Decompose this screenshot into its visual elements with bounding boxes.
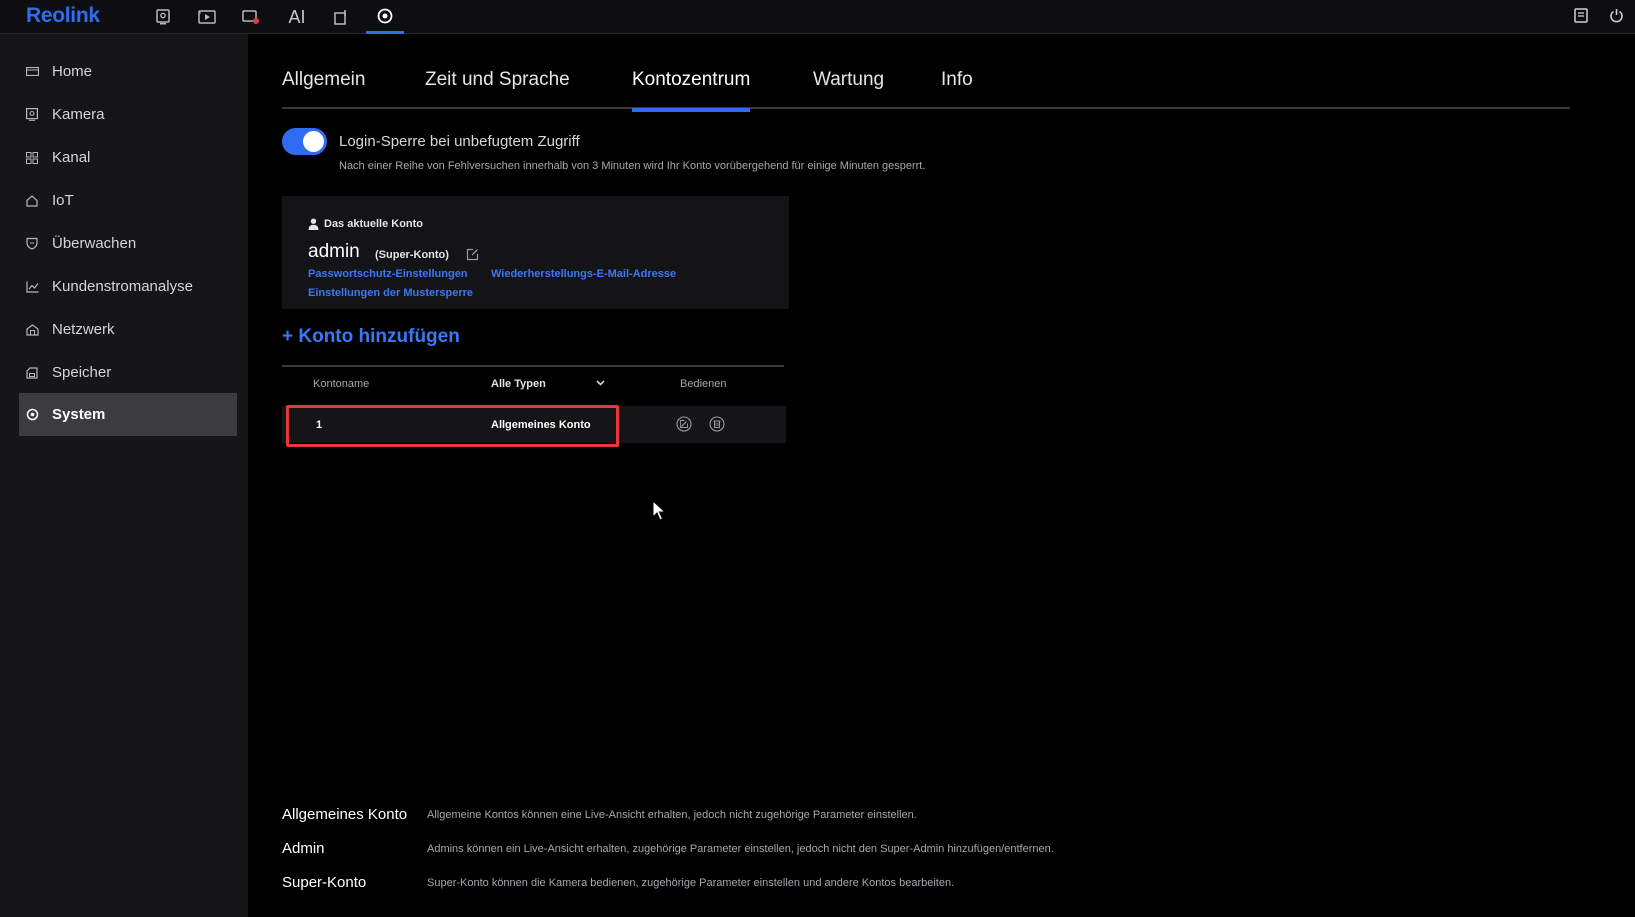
storage-icon xyxy=(25,366,39,380)
legend-term-allgemeines-konto: Allgemeines Konto xyxy=(282,806,408,823)
live-view-icon[interactable] xyxy=(144,0,182,34)
edit-account-icon[interactable] xyxy=(676,416,692,432)
legend-term-admin: Admin xyxy=(282,840,325,857)
camera-icon xyxy=(25,108,39,122)
type-filter-dropdown[interactable]: Alle Typen xyxy=(491,378,605,394)
tab-info[interactable]: Info xyxy=(941,69,973,109)
legend-description-admin: Admins können ein Live-Ansicht erhalten,… xyxy=(427,843,1054,855)
sidebar-item-label: Kanal xyxy=(52,149,91,166)
sidebar-item-iot[interactable]: IoT xyxy=(19,179,237,222)
chart-icon xyxy=(25,280,39,294)
sidebar-item-netzwerk[interactable]: Netzwerk xyxy=(19,308,237,351)
ai-label: AI xyxy=(288,6,306,27)
legend-description-allgemeines-konto: Allgemeine Kontos können eine Live-Ansic… xyxy=(427,809,917,821)
add-account-button[interactable]: + Konto hinzufügen xyxy=(282,326,460,348)
home-icon xyxy=(25,65,39,79)
login-lock-title: Login-Sperre bei unbefugtem Zugriff xyxy=(339,133,580,150)
edit-icon[interactable] xyxy=(466,248,479,261)
current-account-name: admin xyxy=(308,241,360,262)
login-lock-description: Nach einer Reihe von Fehlversuchen inner… xyxy=(339,160,926,172)
playback-icon[interactable] xyxy=(188,0,226,34)
shield-icon xyxy=(25,237,39,251)
sidebar-item-label: Kamera xyxy=(52,106,105,123)
ai-icon[interactable]: AI xyxy=(278,0,316,34)
legend-term-super-konto: Super-Konto xyxy=(282,874,367,891)
selection-highlight xyxy=(286,405,619,447)
recovery-email-link[interactable]: Wiederherstellungs-E-Mail-Adresse xyxy=(491,268,676,280)
current-account-label: Das aktuelle Konto xyxy=(308,218,423,230)
chevron-down-icon xyxy=(596,380,605,386)
sidebar-item-label: Netzwerk xyxy=(52,321,115,338)
settings-icon xyxy=(25,408,39,422)
grid-icon xyxy=(25,151,39,165)
toggle-knob xyxy=(303,131,324,152)
sidebar-item-label: IoT xyxy=(52,192,74,209)
table-divider xyxy=(282,365,784,367)
messages-icon[interactable] xyxy=(1566,0,1596,30)
sidebar-item-speicher[interactable]: Speicher xyxy=(19,351,237,394)
current-account-card: Das aktuelle Konto admin (Super-Konto) P… xyxy=(282,196,789,309)
sidebar-item-system[interactable]: System xyxy=(19,393,237,436)
sidebar-item-kundenstromanalyse[interactable]: Kundenstromanalyse xyxy=(19,265,237,308)
settings-icon[interactable] xyxy=(366,0,404,34)
sidebar-item-label: Speicher xyxy=(52,364,112,381)
delete-account-icon[interactable] xyxy=(709,416,725,432)
sidebar-item-home[interactable]: Home xyxy=(19,50,237,93)
password-settings-link[interactable]: Passwortschutz-Einstellungen xyxy=(308,268,468,280)
device-icon[interactable] xyxy=(322,0,360,34)
sidebar: Home Kamera Kanal IoT Überwachen Kundens… xyxy=(0,34,248,917)
sidebar-item-label: System xyxy=(52,406,106,423)
column-header-bedienen: Bedienen xyxy=(680,378,727,390)
sidebar-item-ueberwachen[interactable]: Überwachen xyxy=(19,222,237,265)
alarm-icon[interactable] xyxy=(232,0,270,34)
sidebar-item-kanal[interactable]: Kanal xyxy=(19,136,237,179)
login-lock-toggle[interactable] xyxy=(282,128,327,155)
top-bar: Reolink AI xyxy=(0,0,1635,34)
sidebar-item-label: Kundenstromanalyse xyxy=(52,278,193,295)
tab-zeit-und-sprache[interactable]: Zeit und Sprache xyxy=(425,69,570,109)
sidebar-item-kamera[interactable]: Kamera xyxy=(19,93,237,136)
user-icon xyxy=(308,218,319,230)
tab-allgemein[interactable]: Allgemein xyxy=(282,69,365,109)
sidebar-item-label: Überwachen xyxy=(52,235,137,252)
power-icon[interactable] xyxy=(1601,0,1631,30)
pattern-lock-link[interactable]: Einstellungen der Mustersperre xyxy=(308,287,473,299)
tab-wartung[interactable]: Wartung xyxy=(813,69,884,109)
settings-tabs: Allgemein Zeit und Sprache Kontozentrum … xyxy=(282,62,1570,112)
column-header-kontoname: Kontoname xyxy=(313,378,370,390)
sidebar-item-label: Home xyxy=(52,63,93,80)
reolink-logo: Reolink xyxy=(26,4,100,27)
iot-icon xyxy=(25,194,39,208)
network-icon xyxy=(25,323,39,337)
tab-kontozentrum[interactable]: Kontozentrum xyxy=(632,69,751,112)
current-account-role: (Super-Konto) xyxy=(375,249,449,261)
legend-description-super-konto: Super-Konto können die Kamera bedienen, … xyxy=(427,877,955,889)
mouse-cursor-icon xyxy=(652,500,666,521)
type-filter-value: Alle Typen xyxy=(491,378,546,390)
